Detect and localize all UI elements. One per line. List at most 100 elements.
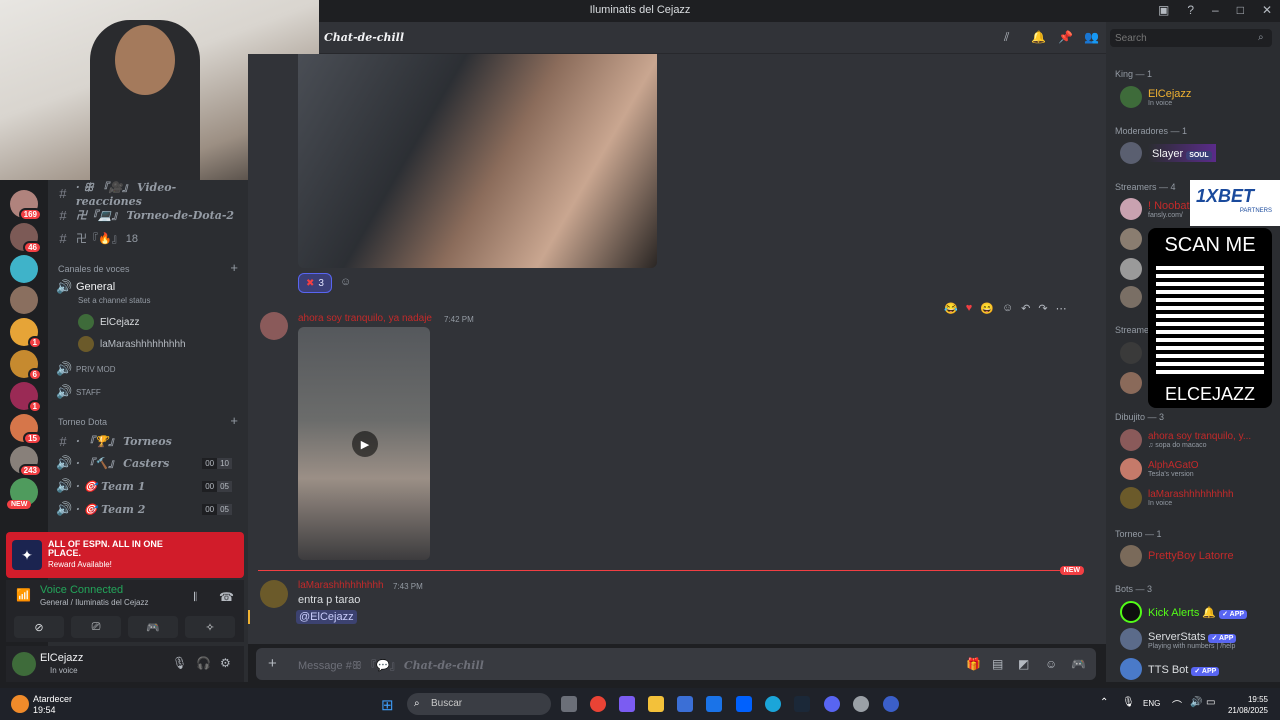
channel-18[interactable]: # 卍『🔥』 18 — [56, 227, 240, 249]
search-icon[interactable]: ⌕ — [1258, 32, 1264, 43]
activity-button[interactable]: 🎮 — [128, 616, 178, 638]
headphones-icon[interactable]: 🎧 — [196, 656, 211, 670]
member-list-icon[interactable]: 👥 — [1084, 30, 1099, 44]
edge-icon[interactable] — [765, 696, 781, 712]
category-voice[interactable]: Canales de voces — [58, 264, 130, 274]
member-item[interactable]: ! Noobat fansly.com/ — [1120, 198, 1190, 220]
member-item[interactable] — [1120, 258, 1142, 280]
microphone-icon[interactable]: 🎙 — [1122, 697, 1135, 708]
channel-torneo-dota[interactable]: # 卍『💻』 Torneo-de-Dota-2 — [56, 204, 240, 226]
sticker-icon[interactable]: ◩ — [1018, 657, 1029, 671]
play-icon[interactable]: ▶ — [352, 431, 378, 457]
soundboard-button[interactable]: ✧ — [185, 616, 235, 638]
category-torneo-dota[interactable]: Torneo Dota — [58, 417, 107, 427]
camera-off-button[interactable]: ⊘ — [14, 616, 64, 638]
emoji-icon[interactable]: ☺ — [1045, 657, 1057, 671]
video-attachment[interactable]: ▶ — [298, 327, 430, 560]
voice-channel-team-2[interactable]: 🔊 · 🎯 Team 2 00 05 — [56, 498, 240, 520]
settings-gear-icon[interactable]: ⚙ — [220, 656, 231, 670]
weather-icon[interactable] — [11, 695, 29, 713]
apps-icon[interactable]: 🎮 — [1071, 657, 1086, 671]
signal-icon[interactable]: 📶 — [16, 588, 31, 602]
message-author[interactable]: laMarashhhhhhhhh — [298, 580, 384, 591]
member-item[interactable]: PrettyBoy Latorre — [1120, 545, 1234, 567]
taskbar-clock[interactable]: 19:55 21/08/2025 — [1228, 694, 1268, 716]
windows-start-icon[interactable]: ⊞ — [381, 696, 394, 714]
add-reaction-icon[interactable]: ☺ — [340, 276, 351, 288]
inbox-icon[interactable]: ▣ — [1158, 3, 1169, 17]
add-channel-icon[interactable]: + — [230, 260, 238, 275]
voice-channel-casters[interactable]: 🔊 · 『🔨』 Casters 00 10 — [56, 452, 240, 474]
help-icon[interactable]: ? — [1187, 3, 1194, 17]
message-author[interactable]: ahora soy tranquilo, ya nadaje — [298, 313, 432, 324]
member-item[interactable] — [1120, 286, 1142, 308]
member-item[interactable]: Slayer SOUL — [1120, 142, 1216, 164]
member-item[interactable]: ServerStats ✓ APP Playing with numbers | /… — [1120, 628, 1237, 650]
search-input[interactable] — [1110, 29, 1272, 47]
emoji-heart-icon[interactable]: ♥ — [966, 302, 973, 315]
server-icon[interactable]: 6 — [10, 350, 42, 381]
bell-icon[interactable]: 🔔 — [1031, 30, 1046, 44]
server-icon[interactable]: 1 — [10, 318, 42, 349]
minimize-button[interactable]: – — [1212, 3, 1219, 17]
discord-icon[interactable] — [824, 696, 840, 712]
volume-icon[interactable]: 🔊 — [1190, 697, 1202, 708]
pin-icon[interactable]: 📌 — [1058, 30, 1073, 44]
more-icon[interactable]: ⋯ — [1056, 302, 1067, 315]
store-icon[interactable] — [677, 696, 693, 712]
network-icon[interactable]: ⌒ — [1172, 697, 1182, 712]
tray-chevron-icon[interactable]: ⌃ — [1100, 697, 1108, 708]
maximize-button[interactable]: □ — [1237, 3, 1244, 17]
gift-icon[interactable]: 🎁 — [966, 657, 981, 671]
emoji-smile-icon[interactable]: 😄 — [980, 302, 994, 315]
server-icon[interactable]: 1 — [10, 382, 42, 413]
battery-icon[interactable]: ▭ — [1206, 697, 1215, 708]
close-button[interactable]: ✕ — [1262, 3, 1272, 17]
member-item[interactable]: ElCejazz In voice — [1120, 86, 1191, 108]
member-item[interactable]: laMarashhhhhhhhh In voice — [1120, 487, 1234, 509]
server-icon[interactable]: 46 — [10, 223, 42, 254]
avatar[interactable] — [12, 652, 36, 676]
server-icon[interactable]: 15 — [10, 414, 42, 445]
file-explorer-icon[interactable] — [648, 696, 664, 712]
obs-icon[interactable] — [853, 696, 869, 712]
avatar[interactable] — [260, 580, 288, 608]
noise-suppression-icon[interactable]: 𝄃 — [194, 590, 197, 605]
microphone-icon[interactable]: 🎙 — [172, 656, 187, 670]
steam-icon[interactable] — [794, 696, 810, 712]
voice-channel-team-1[interactable]: 🔊 · 🎯 Team 1 00 05 — [56, 475, 240, 497]
member-item[interactable]: Kick Alerts 🔔 ✓ APP — [1120, 601, 1248, 623]
member-item[interactable]: AlphAGatO Tesla's version — [1120, 458, 1199, 480]
channel-status[interactable]: Set a channel status — [78, 296, 151, 305]
channel-torneos[interactable]: # · 『🏆』 Torneos — [56, 430, 240, 452]
channel-video-reacciones[interactable]: # · ꕥ 『🎥』 Video-reacciones — [56, 181, 240, 208]
task-view-icon[interactable] — [561, 696, 577, 712]
server-icon[interactable] — [10, 255, 38, 283]
member-item[interactable] — [1120, 342, 1142, 364]
forward-icon[interactable]: ↷ — [1038, 302, 1047, 315]
chrome-icon[interactable] — [590, 696, 606, 712]
server-icon[interactable] — [10, 286, 38, 314]
server-icon[interactable]: 169 — [10, 190, 42, 221]
language-indicator[interactable]: ENG — [1143, 699, 1160, 708]
weather-widget[interactable]: Atardecer 19:54 — [33, 694, 72, 716]
add-reaction-icon[interactable]: ☺ — [1002, 302, 1013, 315]
copilot-icon[interactable] — [619, 696, 635, 712]
espn-promo[interactable]: ✦ ALL OF ESPN. ALL IN ONE PLACE. Reward … — [6, 532, 244, 578]
voice-channel-general[interactable]: 🔊 General — [56, 276, 240, 298]
server-icon[interactable]: 243 — [10, 446, 42, 477]
voice-channel-staff[interactable]: 🔊 STAFF — [56, 381, 240, 403]
message-input[interactable]: Message #ꕥ 『💬』 Chat-de-chill — [298, 657, 484, 673]
app-icon[interactable] — [883, 696, 899, 712]
attach-plus-icon[interactable]: + — [268, 655, 277, 672]
taskbar-search[interactable]: Buscar — [407, 693, 551, 715]
member-item[interactable]: TTS Bot ✓ APP — [1120, 658, 1220, 680]
voice-channel-priv-mod[interactable]: 🔊 PRIV MOD — [56, 358, 240, 380]
image-attachment[interactable] — [298, 54, 657, 268]
add-channel-icon[interactable]: + — [230, 413, 238, 428]
member-item[interactable] — [1120, 228, 1142, 250]
voice-user[interactable]: laMarashhhhhhhhh — [78, 336, 186, 352]
gif-icon[interactable]: ▤ — [992, 657, 1003, 671]
reaction-button[interactable]: ✖ 3 — [298, 273, 332, 293]
screen-share-button[interactable]: ⎚ — [71, 616, 121, 638]
